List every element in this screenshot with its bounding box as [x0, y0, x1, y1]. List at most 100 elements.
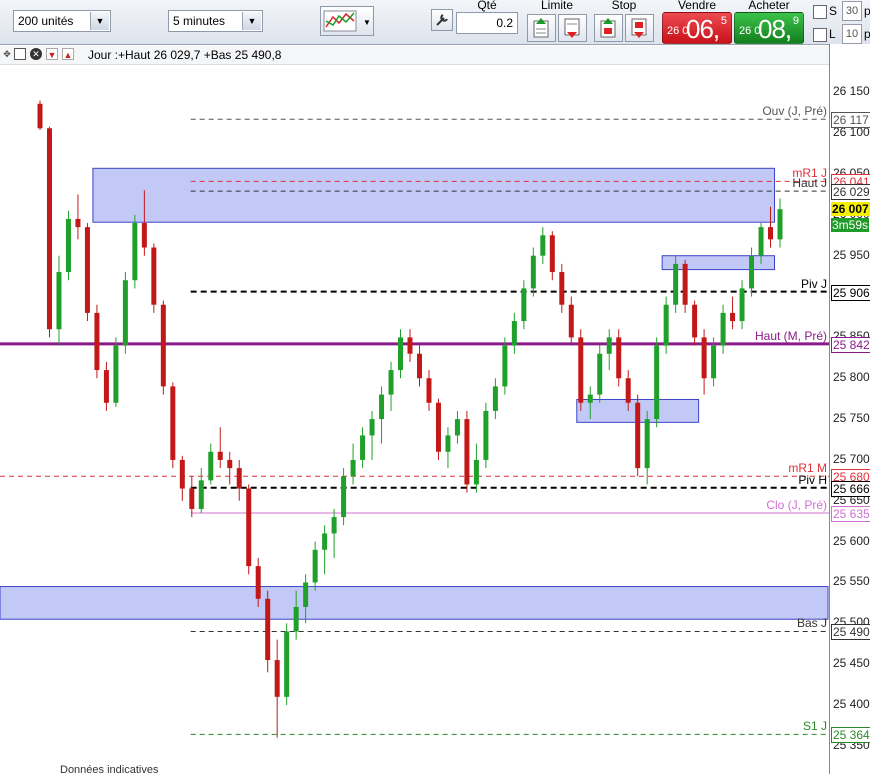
candle-body	[265, 598, 271, 661]
level-price-label: 25 635	[831, 506, 870, 523]
candle	[568, 296, 574, 346]
price-axis[interactable]: 26 15026 10026 05026 00025 95025 90025 8…	[829, 44, 870, 774]
level-price-label: 25 364	[831, 727, 870, 744]
candle	[179, 455, 185, 501]
zone-1	[661, 255, 776, 271]
stop-sell-button[interactable]	[625, 14, 654, 42]
last-price-label: 26 007	[831, 202, 870, 217]
buy-label: Acheter	[748, 0, 790, 12]
candle-body	[597, 353, 603, 395]
candle-body	[65, 218, 71, 273]
day-range-info: Jour :+Haut 26 029,7 +Bas 25 490,8	[88, 48, 282, 62]
candle	[407, 329, 413, 362]
level-name-2: Haut J	[792, 176, 827, 191]
y-tick-label: 25 550	[833, 574, 870, 589]
candle-body	[360, 435, 366, 460]
candle	[84, 223, 90, 322]
candle-body	[730, 312, 736, 322]
candle	[644, 410, 650, 485]
candle	[113, 337, 119, 407]
buy-price-main: 08,	[758, 14, 792, 44]
sell-button[interactable]: 26 0 06, 5	[662, 12, 732, 44]
move-icon[interactable]: ✥	[1, 48, 13, 60]
candle-body	[511, 321, 517, 346]
candle	[597, 345, 603, 403]
candle	[663, 296, 669, 354]
candle-body	[540, 235, 546, 256]
sell-label: Vendre	[677, 0, 717, 12]
timeframe-dropdown[interactable]: 5 minutes ▼	[168, 10, 263, 32]
level-name-9: S1 J	[802, 719, 827, 734]
candle-body	[426, 378, 432, 403]
candle	[540, 227, 546, 264]
stop-checkbox[interactable]	[813, 5, 827, 19]
limit-checkbox[interactable]	[813, 28, 827, 42]
level-price-label: 25 666	[831, 480, 870, 497]
y-tick-label: 25 450	[833, 656, 870, 671]
candle	[445, 427, 451, 469]
limit-buy-icon	[533, 18, 549, 38]
stop-checkbox-label: S	[829, 4, 838, 18]
level-price-label: 25 490	[831, 624, 870, 641]
order-toolbar: 200 unités ▼ 5 minutes ▼ ▼ Qté 0.2 Limit…	[0, 0, 870, 45]
zone-0	[92, 167, 776, 223]
close-icon[interactable]: ✕	[30, 48, 42, 60]
candle-body	[331, 517, 337, 534]
candle-body	[208, 451, 214, 481]
candle	[198, 468, 204, 514]
limit-buy-button[interactable]	[527, 14, 556, 42]
limit-sell-button[interactable]	[558, 14, 587, 42]
candle	[492, 378, 498, 420]
candle-body	[388, 370, 394, 395]
maximize-icon[interactable]	[14, 48, 26, 60]
candle-body	[663, 304, 669, 346]
quantity-units-dropdown[interactable]: 200 unités ▼	[13, 10, 111, 32]
stop-buy-button[interactable]	[594, 14, 623, 42]
level-name-0: Ouv (J, Pré)	[762, 104, 827, 119]
qty-input[interactable]: 0.2	[456, 12, 518, 34]
svg-text:▼: ▼	[363, 18, 371, 27]
chevron-down-icon: ▼	[242, 12, 261, 30]
candle-body	[151, 247, 157, 305]
candle	[454, 410, 460, 444]
candle-body	[246, 488, 252, 567]
candle-body	[312, 549, 318, 583]
candle-body	[473, 459, 479, 485]
qty-label: Qté	[477, 0, 497, 12]
level-price-label: 25 842	[831, 336, 870, 353]
limit-sell-icon	[564, 18, 580, 38]
level-name-4: Haut (M, Pré)	[754, 328, 827, 343]
candle-body	[483, 410, 489, 460]
candle-body	[227, 459, 233, 469]
chart-type-button[interactable]: ▼	[320, 6, 374, 36]
candle	[502, 337, 508, 395]
candle	[464, 410, 470, 493]
candle-body	[454, 419, 460, 436]
level-price-label: 25 906	[831, 284, 870, 301]
candle	[559, 263, 565, 313]
candle	[473, 443, 479, 493]
limit-distance-input[interactable]: 10	[842, 24, 862, 44]
candle-body	[606, 337, 612, 354]
candle	[730, 296, 736, 330]
candle-body	[587, 394, 593, 403]
candle-body	[75, 218, 81, 228]
move-down-icon[interactable]: ▼	[46, 48, 58, 60]
buy-button[interactable]: 26 0 08, 9	[734, 12, 804, 44]
candlestick-chart[interactable]	[0, 64, 829, 774]
candle-body	[274, 660, 280, 697]
wrench-button[interactable]	[431, 9, 453, 31]
move-up-icon[interactable]: ▲	[62, 48, 74, 60]
candle-body	[464, 419, 470, 485]
chart-indicator-icon: ▼	[323, 10, 371, 32]
candle	[56, 255, 62, 346]
candle-body	[502, 345, 508, 387]
candle-body	[284, 631, 290, 697]
candle	[749, 247, 755, 297]
candle	[777, 198, 783, 248]
candle-body	[350, 459, 356, 477]
candle	[350, 443, 356, 485]
stop-distance-input[interactable]: 30	[842, 1, 862, 21]
candle	[122, 272, 128, 354]
y-tick-label: 25 950	[833, 247, 870, 262]
